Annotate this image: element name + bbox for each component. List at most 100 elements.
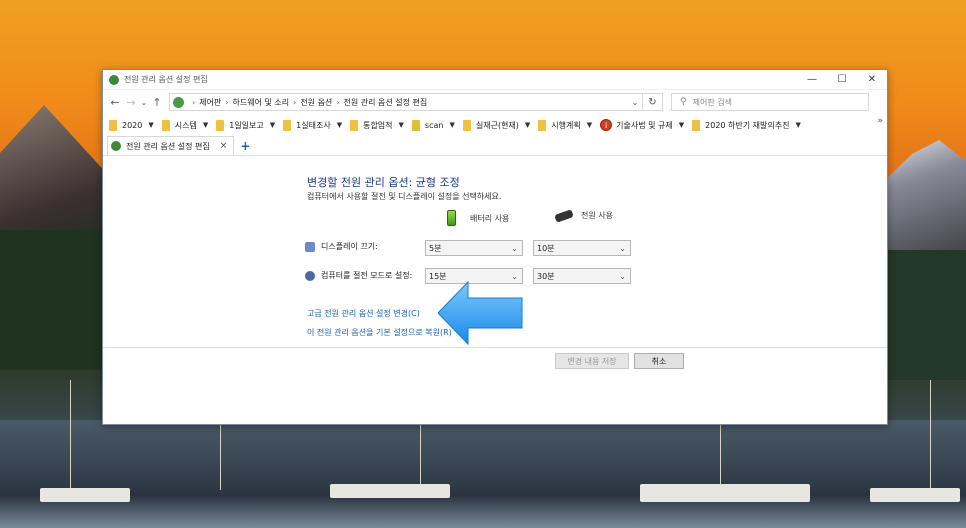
- favorite-item[interactable]: 시스템 ▼: [160, 116, 210, 134]
- search-input[interactable]: ⚲ 제어판 검색: [671, 93, 869, 111]
- window-title: 전원 관리 옵션 설정 편집: [124, 75, 208, 84]
- select-value: 30분: [537, 271, 555, 281]
- favorite-label: 2020: [122, 120, 143, 130]
- minimize-button[interactable]: —: [797, 70, 827, 90]
- column-header-battery: 배터리 사용: [447, 210, 509, 226]
- favorite-item[interactable]: 1실태조사 ▼: [281, 116, 344, 134]
- favorite-item[interactable]: 2020 하반기 재발의추진 ▼: [690, 116, 803, 134]
- folder-icon: [411, 119, 420, 131]
- setting-label: 디스플레이 끄기:: [321, 242, 378, 251]
- chevron-down-icon: ⌄: [619, 271, 626, 281]
- forward-button[interactable]: →: [123, 93, 139, 111]
- chevron-down-icon: ⌄: [511, 243, 518, 253]
- breadcrumb-item[interactable]: 제어판: [199, 97, 221, 108]
- chevron-down-icon: ⌄: [619, 243, 626, 253]
- dropdown-arrow-icon[interactable]: ▼: [270, 121, 275, 129]
- save-changes-button[interactable]: 변경 내용 저장: [555, 353, 629, 369]
- favorite-label: 시스템: [174, 120, 197, 130]
- battery-label: 배터리 사용: [470, 213, 510, 223]
- power-options-icon: [111, 141, 121, 151]
- tab-label: 전원 관리 옵션 설정 편집: [126, 141, 210, 151]
- close-tab-icon[interactable]: ×: [220, 141, 228, 151]
- select-value: 10분: [537, 243, 555, 253]
- favorites-overflow-button[interactable]: »: [877, 116, 883, 126]
- background-trees-right: [886, 250, 966, 380]
- page-title: 변경할 전원 관리 옵션: 균형 조정: [307, 176, 460, 189]
- dropdown-arrow-icon[interactable]: ▼: [795, 121, 800, 129]
- address-bar: ← → ⌄ ↑ › 제어판 › 하드웨어 및 소리 › 전원 옵션 › 전원 관…: [103, 90, 887, 114]
- select-value: 5분: [429, 243, 442, 253]
- folder-icon: [283, 119, 292, 131]
- setting-row-display: 디스플레이 끄기:: [305, 241, 441, 252]
- favorites-bar: 2020 ▼ 시스템 ▼ 1일일보고 ▼ 1실태조사 ▼ 통합업적 ▼ scan…: [103, 114, 887, 136]
- favorite-item[interactable]: i 기술사법 및 규제 ▼: [598, 116, 686, 134]
- folder-icon: [350, 119, 359, 131]
- folder-icon: [216, 119, 225, 131]
- control-panel-icon: [173, 96, 184, 108]
- cancel-button[interactable]: 취소: [634, 353, 684, 369]
- sleep-icon: [305, 270, 315, 281]
- dropdown-arrow-icon[interactable]: ▼: [337, 121, 342, 129]
- plugged-label: 전원 사용: [581, 211, 613, 220]
- up-button[interactable]: ↑: [149, 93, 165, 111]
- control-panel-window: 전원 관리 옵션 설정 편집 — ☐ ✕ ← → ⌄ ↑ › 제어판 › 하드웨…: [102, 69, 888, 425]
- chevron-right-icon: ›: [336, 97, 340, 107]
- column-header-plugged: 전원 사용: [554, 208, 613, 223]
- breadcrumb-item[interactable]: 전원 관리 옵션 설정 편집: [344, 97, 428, 108]
- folder-icon: [692, 119, 701, 131]
- tab-power-options[interactable]: 전원 관리 옵션 설정 편집 ×: [107, 136, 235, 155]
- setting-row-sleep: 컴퓨터를 절전 모드로 설정:: [305, 270, 441, 281]
- folder-icon: [161, 119, 170, 131]
- chevron-right-icon: ›: [192, 97, 196, 107]
- back-button[interactable]: ←: [107, 93, 123, 111]
- sleep-plugged-select[interactable]: 30분 ⌄: [533, 268, 631, 284]
- power-plug-icon: [554, 208, 574, 223]
- breadcrumb-item[interactable]: 하드웨어 및 소리: [233, 97, 290, 108]
- chevron-right-icon: ›: [225, 97, 229, 107]
- dropdown-arrow-icon[interactable]: ▼: [525, 121, 530, 129]
- maximize-button[interactable]: ☐: [827, 70, 857, 90]
- address-dropdown-button[interactable]: ⌄: [628, 98, 642, 107]
- chevron-right-icon: ›: [293, 97, 297, 107]
- favorite-item[interactable]: 통합업적 ▼: [348, 116, 406, 134]
- folder-icon: [109, 119, 117, 131]
- new-tab-button[interactable]: +: [240, 139, 250, 153]
- favorite-label: 통합업적: [363, 120, 393, 130]
- recent-locations-button[interactable]: ⌄: [139, 93, 149, 111]
- background-mast: [720, 425, 721, 485]
- favorite-item[interactable]: 2020 ▼: [107, 116, 156, 134]
- search-icon: ⚲: [680, 97, 687, 107]
- dropdown-arrow-icon[interactable]: ▼: [449, 121, 454, 129]
- dropdown-arrow-icon[interactable]: ▼: [399, 121, 404, 129]
- favorite-item[interactable]: 실재근(현재) ▼: [461, 116, 532, 134]
- dropdown-arrow-icon[interactable]: ▼: [148, 121, 153, 129]
- favorite-label: 실재근(현재): [475, 120, 519, 130]
- battery-icon: [447, 210, 456, 226]
- setting-label: 컴퓨터를 절전 모드로 설정:: [321, 271, 413, 280]
- background-trees-left: [0, 230, 104, 370]
- advanced-settings-link[interactable]: 고급 전원 관리 옵션 설정 변경(C): [307, 308, 420, 319]
- dropdown-arrow-icon[interactable]: ▼: [679, 121, 684, 129]
- display-plugged-select[interactable]: 10분 ⌄: [533, 240, 631, 256]
- tab-bar: 전원 관리 옵션 설정 편집 × +: [103, 136, 887, 156]
- background-mast: [220, 425, 221, 490]
- title-bar: 전원 관리 옵션 설정 편집 — ☐ ✕: [103, 70, 887, 90]
- breadcrumb-item[interactable]: 전원 옵션: [300, 97, 332, 108]
- favorite-label: 2020 하반기 재발의추진: [705, 120, 790, 130]
- display-battery-select[interactable]: 5분 ⌄: [425, 240, 523, 256]
- favorite-item[interactable]: 1일일보고 ▼: [214, 116, 277, 134]
- address-field[interactable]: › 제어판 › 하드웨어 및 소리 › 전원 옵션 › 전원 관리 옵션 설정 …: [169, 93, 643, 111]
- favorite-label: 1실태조사: [296, 120, 331, 130]
- favorite-label: 기술사법 및 규제: [616, 120, 673, 130]
- dropdown-arrow-icon[interactable]: ▼: [203, 121, 208, 129]
- favorite-item[interactable]: scan ▼: [410, 116, 457, 134]
- close-button[interactable]: ✕: [857, 70, 887, 90]
- favorite-label: 시행계획: [551, 120, 581, 130]
- background-boat: [330, 484, 450, 498]
- dropdown-arrow-icon[interactable]: ▼: [587, 121, 592, 129]
- restore-defaults-link[interactable]: 이 전원 관리 옵션을 기본 설정으로 복원(R): [307, 327, 452, 338]
- refresh-button[interactable]: ↻: [643, 93, 663, 111]
- pointer-arrow-icon: [438, 280, 523, 346]
- favorite-item[interactable]: 시행계획 ▼: [536, 116, 594, 134]
- background-harbor: [0, 420, 966, 528]
